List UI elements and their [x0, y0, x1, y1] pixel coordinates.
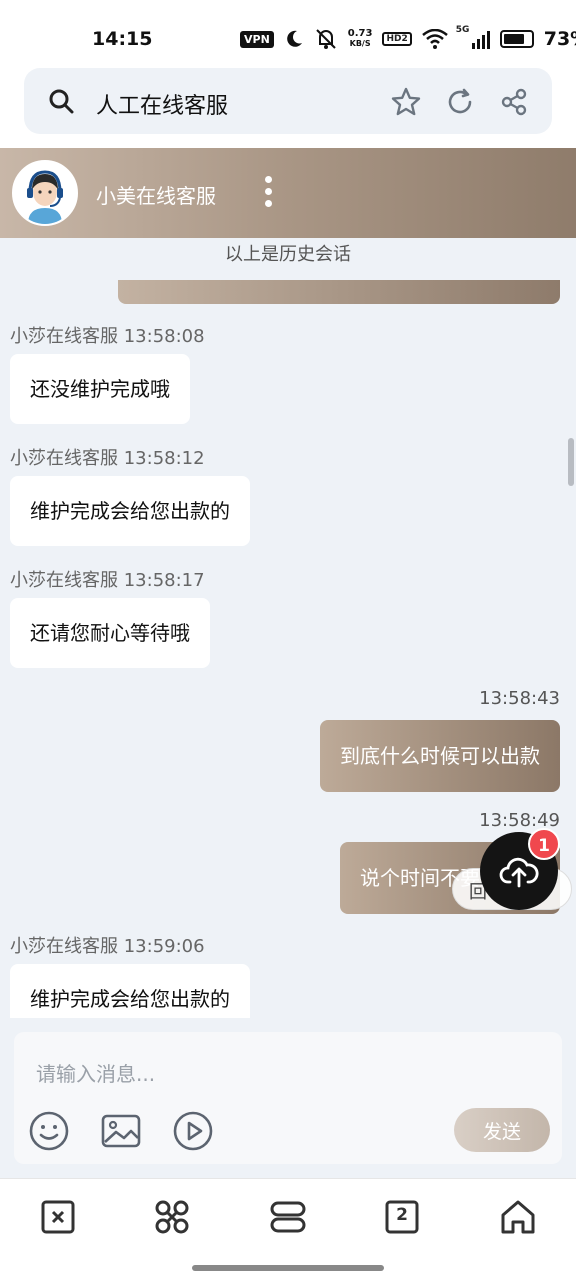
wifi-icon — [421, 29, 448, 49]
hd-badge: HD2 — [382, 32, 412, 46]
tabs-button[interactable]: 2 — [382, 1197, 422, 1237]
sender-name: 小莎在线客服 — [10, 326, 118, 347]
speed-unit: KB/S — [349, 39, 371, 48]
incoming-message[interactable]: 还没维护完成哦 — [10, 354, 190, 424]
composer-tools — [28, 1110, 214, 1152]
command-button[interactable] — [152, 1197, 192, 1237]
agent-avatar-illustration — [14, 162, 76, 224]
send-button[interactable]: 发送 — [454, 1108, 550, 1152]
moon-icon — [286, 30, 302, 47]
scrollbar[interactable] — [568, 438, 574, 486]
message-input[interactable] — [36, 1056, 456, 1092]
message-time: 13:58:43 — [479, 688, 560, 709]
sender-name: 小莎在线客服 — [10, 936, 118, 957]
status-time: 14:15 — [92, 28, 153, 50]
signal-icon: 5G — [456, 25, 490, 49]
command-icon — [155, 1200, 189, 1234]
incoming-message[interactable]: 还请您耐心等待哦 — [10, 598, 210, 668]
more-options-icon[interactable] — [262, 176, 274, 210]
message-meta: 小莎在线客服 13:58:08 — [10, 322, 205, 348]
image-icon[interactable] — [100, 1110, 142, 1152]
message-time: 13:58:17 — [123, 570, 205, 591]
network-type: 5G — [455, 25, 470, 35]
chat-title: 小美在线客服 — [96, 184, 216, 208]
bottom-nav: 2 — [0, 1178, 576, 1280]
menu-button[interactable] — [268, 1197, 308, 1237]
home-button[interactable] — [498, 1197, 538, 1237]
status-icons: VPN 0.73KB/S HD2 5G 73% — [240, 25, 576, 51]
close-tab-button[interactable] — [38, 1197, 78, 1237]
composer: 发送 — [0, 1018, 576, 1178]
incoming-message[interactable]: 维护完成会给您出款的 — [10, 476, 250, 546]
message-list[interactable]: 以上是历史会话 小莎在线客服 13:58:08 还没维护完成哦 小莎在线客服 1… — [0, 238, 576, 1018]
message-time: 13:59:06 — [123, 936, 205, 957]
network-speed: 0.73 KB/S — [348, 29, 373, 49]
close-icon — [41, 1200, 75, 1234]
incoming-message[interactable]: 维护完成会给您出款的 — [10, 964, 250, 1018]
sender-name: 小莎在线客服 — [10, 570, 118, 591]
message-time: 13:58:08 — [123, 326, 205, 347]
home-icon — [501, 1200, 535, 1234]
browser-bar: 人工在线客服 — [0, 60, 576, 148]
tab-count: 2 — [396, 1205, 408, 1225]
play-icon[interactable] — [172, 1110, 214, 1152]
composer-box: 发送 — [14, 1032, 562, 1164]
address-bar[interactable]: 人工在线客服 — [24, 68, 552, 134]
battery-icon — [499, 30, 534, 48]
notification-badge: 1 — [528, 828, 560, 860]
message-time: 13:58:12 — [123, 448, 205, 469]
star-icon[interactable] — [390, 86, 422, 118]
search-icon[interactable] — [48, 88, 74, 114]
chat-header: 小美在线客服 — [0, 148, 576, 238]
address-actions — [390, 86, 530, 118]
message-meta: 小莎在线客服 13:58:12 — [10, 444, 205, 470]
share-icon[interactable] — [498, 86, 530, 118]
refresh-icon[interactable] — [444, 86, 476, 118]
outgoing-message[interactable]: 到底什么时候可以出款 — [320, 720, 560, 792]
speed-value: 0.73 — [347, 28, 373, 39]
agent-avatar[interactable] — [12, 160, 78, 226]
mute-icon — [316, 29, 336, 49]
vpn-badge: VPN — [240, 30, 274, 48]
emoji-icon[interactable] — [28, 1110, 70, 1152]
sender-name: 小莎在线客服 — [10, 448, 118, 469]
cloud-upload-icon — [499, 857, 539, 888]
home-indicator[interactable] — [192, 1265, 384, 1271]
battery-percent: 73% — [543, 28, 576, 50]
message-meta: 小莎在线客服 13:59:06 — [10, 932, 205, 958]
history-note: 以上是历史会话 — [225, 244, 351, 265]
address-text[interactable]: 人工在线客服 — [96, 88, 228, 120]
layers-icon — [270, 1201, 306, 1233]
message-meta: 小莎在线客服 13:58:17 — [10, 566, 205, 592]
previous-message-bubble — [118, 280, 560, 304]
